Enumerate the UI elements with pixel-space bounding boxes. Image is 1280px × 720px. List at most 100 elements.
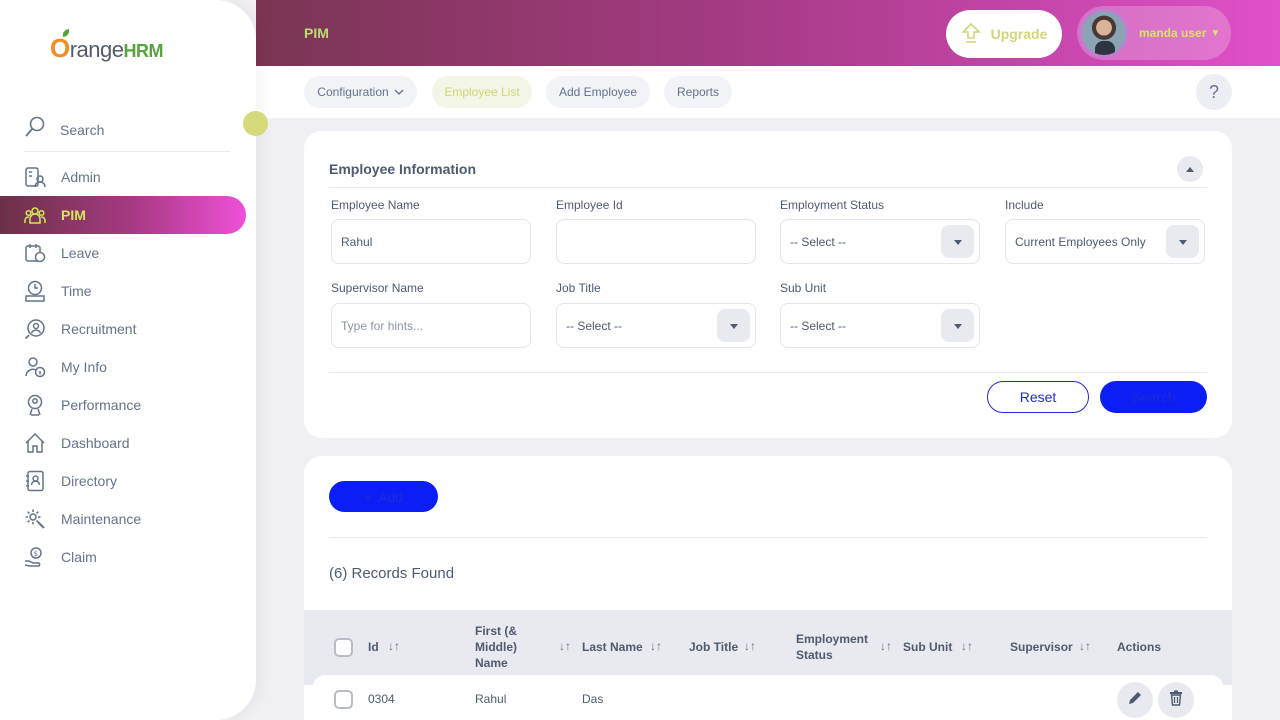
- edit-button[interactable]: [1117, 682, 1153, 718]
- employment-status-label: Employment Status: [780, 198, 885, 212]
- employee-id-input[interactable]: [556, 219, 756, 264]
- sidebar-item-label: My Info: [61, 359, 107, 375]
- top-header: PIM Upgrade manda user ▼: [256, 0, 1280, 66]
- job-title-value: -- Select --: [566, 318, 623, 333]
- cell-first-name: Rahul: [475, 692, 507, 706]
- admin-icon: [24, 166, 46, 188]
- divider: [329, 187, 1207, 188]
- column-header-employment-status: Employment Status: [796, 632, 869, 662]
- sidebar-item-label: PIM: [61, 207, 86, 223]
- sidebar-menu: Admin PIM Leave Time Recruitment My Info…: [0, 158, 256, 576]
- page-title: PIM: [304, 25, 329, 41]
- claim-icon: $: [24, 546, 46, 568]
- sidebar-item-admin[interactable]: Admin: [0, 158, 256, 196]
- tab-label: Add Employee: [558, 85, 638, 99]
- logo-o: O: [50, 33, 70, 63]
- sidebar-item-time[interactable]: Time: [0, 272, 256, 310]
- recruitment-icon: [24, 318, 46, 340]
- include-value: Current Employees Only: [1015, 234, 1146, 249]
- employee-name-input[interactable]: Rahul: [331, 219, 531, 264]
- upgrade-arrow-icon: [960, 22, 981, 47]
- supervisor-name-label: Supervisor Name: [331, 281, 424, 295]
- employee-name-label: Employee Name: [331, 198, 420, 212]
- dropdown-button[interactable]: [1166, 225, 1199, 258]
- sub-unit-label: Sub Unit: [780, 281, 827, 295]
- sidebar-item-pim[interactable]: PIM: [0, 196, 246, 234]
- svg-text:$: $: [34, 550, 38, 558]
- sort-icon[interactable]: ↓↑: [559, 639, 571, 653]
- tab-reports[interactable]: Reports: [664, 76, 732, 108]
- sub-unit-select[interactable]: -- Select --: [780, 303, 980, 348]
- sort-icon[interactable]: ↓↑: [961, 639, 973, 653]
- tab-configuration[interactable]: Configuration: [304, 76, 417, 108]
- collapse-button[interactable]: [1177, 156, 1203, 182]
- select-all-checkbox[interactable]: [334, 638, 353, 657]
- sidebar-item-leave[interactable]: Leave: [0, 234, 256, 272]
- filter-title: Employee Information: [329, 161, 477, 177]
- table-row[interactable]: 0304 Rahul Das: [312, 675, 1224, 720]
- reset-button[interactable]: Reset: [987, 381, 1089, 413]
- directory-icon: [24, 470, 46, 492]
- sidebar-toggle-button[interactable]: [243, 111, 268, 136]
- column-header-id: Id: [368, 640, 379, 654]
- trash-icon: [1169, 690, 1183, 711]
- sidebar-item-label: Dashboard: [61, 435, 130, 451]
- row-checkbox[interactable]: [334, 690, 353, 709]
- sort-icon[interactable]: ↓↑: [744, 639, 756, 653]
- sidebar-item-performance[interactable]: Performance: [0, 386, 256, 424]
- my-info-icon: [24, 356, 46, 378]
- dropdown-button[interactable]: [941, 309, 974, 342]
- divider: [329, 372, 1207, 373]
- tab-label: Reports: [676, 85, 720, 99]
- upgrade-button[interactable]: Upgrade: [946, 10, 1062, 58]
- search-button[interactable]: Search: [1100, 381, 1207, 413]
- sidebar-item-label: Maintenance: [61, 511, 142, 527]
- delete-button[interactable]: [1158, 682, 1194, 718]
- leave-icon: [24, 242, 46, 264]
- sub-unit-value: -- Select --: [790, 318, 847, 333]
- sidebar-item-label: Time: [61, 283, 92, 299]
- sidebar-search[interactable]: Search: [24, 108, 230, 152]
- employment-status-select[interactable]: -- Select --: [780, 219, 980, 264]
- caret-down-icon: [1178, 235, 1188, 249]
- caret-up-icon: [1185, 160, 1195, 178]
- sidebar-item-my-info[interactable]: My Info: [0, 348, 256, 386]
- supervisor-name-input[interactable]: Type for hints...: [331, 303, 531, 348]
- sidebar-item-maintenance[interactable]: Maintenance: [0, 500, 256, 538]
- upgrade-label: Upgrade: [990, 26, 1048, 42]
- logo-range: range: [69, 37, 124, 62]
- tab-add-employee[interactable]: Add Employee: [546, 76, 650, 108]
- pim-icon: [24, 204, 46, 226]
- job-title-select[interactable]: -- Select --: [556, 303, 756, 348]
- sort-icon[interactable]: ↓↑: [1079, 639, 1091, 653]
- sort-icon[interactable]: ↓↑: [388, 639, 400, 653]
- user-name: manda user: [1139, 26, 1207, 40]
- sidebar-item-recruitment[interactable]: Recruitment: [0, 310, 256, 348]
- sort-icon[interactable]: ↓↑: [650, 639, 662, 653]
- user-dropdown[interactable]: manda user ▼: [1077, 6, 1231, 60]
- search-icon: [24, 116, 46, 143]
- cell-last-name: Das: [582, 692, 604, 706]
- table-header: Id ↓↑ First (& Middle) Name ↓↑ Last Name…: [304, 610, 1232, 685]
- add-employee-button[interactable]: + Add: [329, 481, 438, 512]
- sidebar-item-claim[interactable]: $ Claim: [0, 538, 256, 576]
- sidebar-item-label: Performance: [61, 397, 142, 413]
- include-label: Include: [1005, 198, 1044, 212]
- sidebar-item-label: Recruitment: [61, 321, 137, 337]
- sidebar-item-directory[interactable]: Directory: [0, 462, 256, 500]
- chevron-down-icon: [394, 85, 404, 99]
- dropdown-button[interactable]: [941, 225, 974, 258]
- cell-id: 0304: [368, 692, 395, 706]
- include-select[interactable]: Current Employees Only: [1005, 219, 1205, 264]
- caret-down-icon: [729, 319, 739, 333]
- column-header-first-name: First (& Middle) Name: [475, 624, 517, 670]
- tab-employee-list[interactable]: Employee List: [432, 76, 532, 108]
- help-icon: ?: [1208, 81, 1219, 102]
- sidebar-item-label: Claim: [61, 549, 97, 565]
- sidebar-item-dashboard[interactable]: Dashboard: [0, 424, 256, 462]
- sort-icon[interactable]: ↓↑: [880, 639, 892, 653]
- help-button[interactable]: ?: [1196, 74, 1232, 110]
- column-header-actions: Actions: [1117, 640, 1162, 654]
- orangehrm-logo[interactable]: OrangeHRM: [50, 33, 164, 64]
- dropdown-button[interactable]: [717, 309, 750, 342]
